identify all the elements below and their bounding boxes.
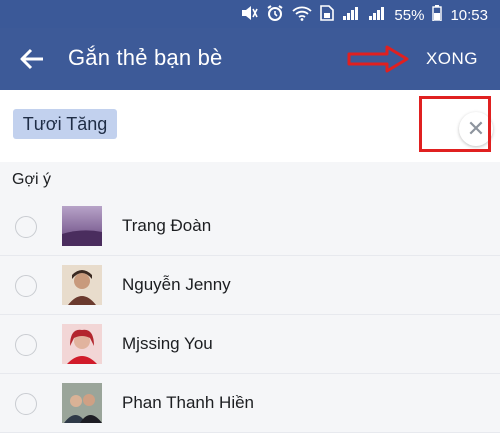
app-bar: Gắn thẻ bạn bè XONG <box>0 28 500 90</box>
status-bar: 55% 10:53 <box>0 0 500 28</box>
radio-button[interactable] <box>15 334 37 356</box>
section-header: Gợi ý <box>0 162 500 198</box>
avatar <box>62 265 102 305</box>
avatar <box>62 324 102 364</box>
friend-row[interactable]: Phan Thanh Hiền <box>0 374 500 433</box>
radio-button[interactable] <box>15 275 37 297</box>
friend-row[interactable]: Mjssing You <box>0 315 500 374</box>
signal-icon-2 <box>368 5 386 25</box>
done-button[interactable]: XONG <box>426 49 478 69</box>
wifi-icon <box>292 5 313 25</box>
friend-name: Trang Đoàn <box>122 216 212 235</box>
battery-icon <box>432 5 443 25</box>
friend-list: Trang Đoàn Nguyễn Jenny Mjssing You Phan… <box>0 197 500 433</box>
signal-icon-1 <box>342 5 360 25</box>
alarm-icon <box>266 4 284 26</box>
back-arrow-icon[interactable] <box>20 48 44 70</box>
tag-chip[interactable]: Tươi Tăng <box>13 109 117 139</box>
annotation-arrow-icon <box>347 45 409 73</box>
friend-name: Nguyễn Jenny <box>122 275 231 294</box>
battery-percent: 55% <box>394 6 425 24</box>
friend-name: Phan Thanh Hiền <box>122 393 255 412</box>
mute-icon <box>240 5 259 25</box>
radio-button[interactable] <box>15 216 37 238</box>
friend-row[interactable]: Nguyễn Jenny <box>0 256 500 315</box>
sim-icon <box>320 5 335 25</box>
friend-row[interactable]: Trang Đoàn <box>0 197 500 256</box>
avatar <box>62 206 102 246</box>
status-icons: 55% 10:53 <box>240 4 488 26</box>
friend-name: Mjssing You <box>122 334 213 353</box>
avatar <box>62 383 102 423</box>
annotation-highlight-box <box>419 96 491 152</box>
page-title: Gắn thẻ bạn bè <box>68 45 223 70</box>
radio-button[interactable] <box>15 393 37 415</box>
section-label: Gợi ý <box>12 171 51 188</box>
clock: 10:53 <box>450 6 488 24</box>
